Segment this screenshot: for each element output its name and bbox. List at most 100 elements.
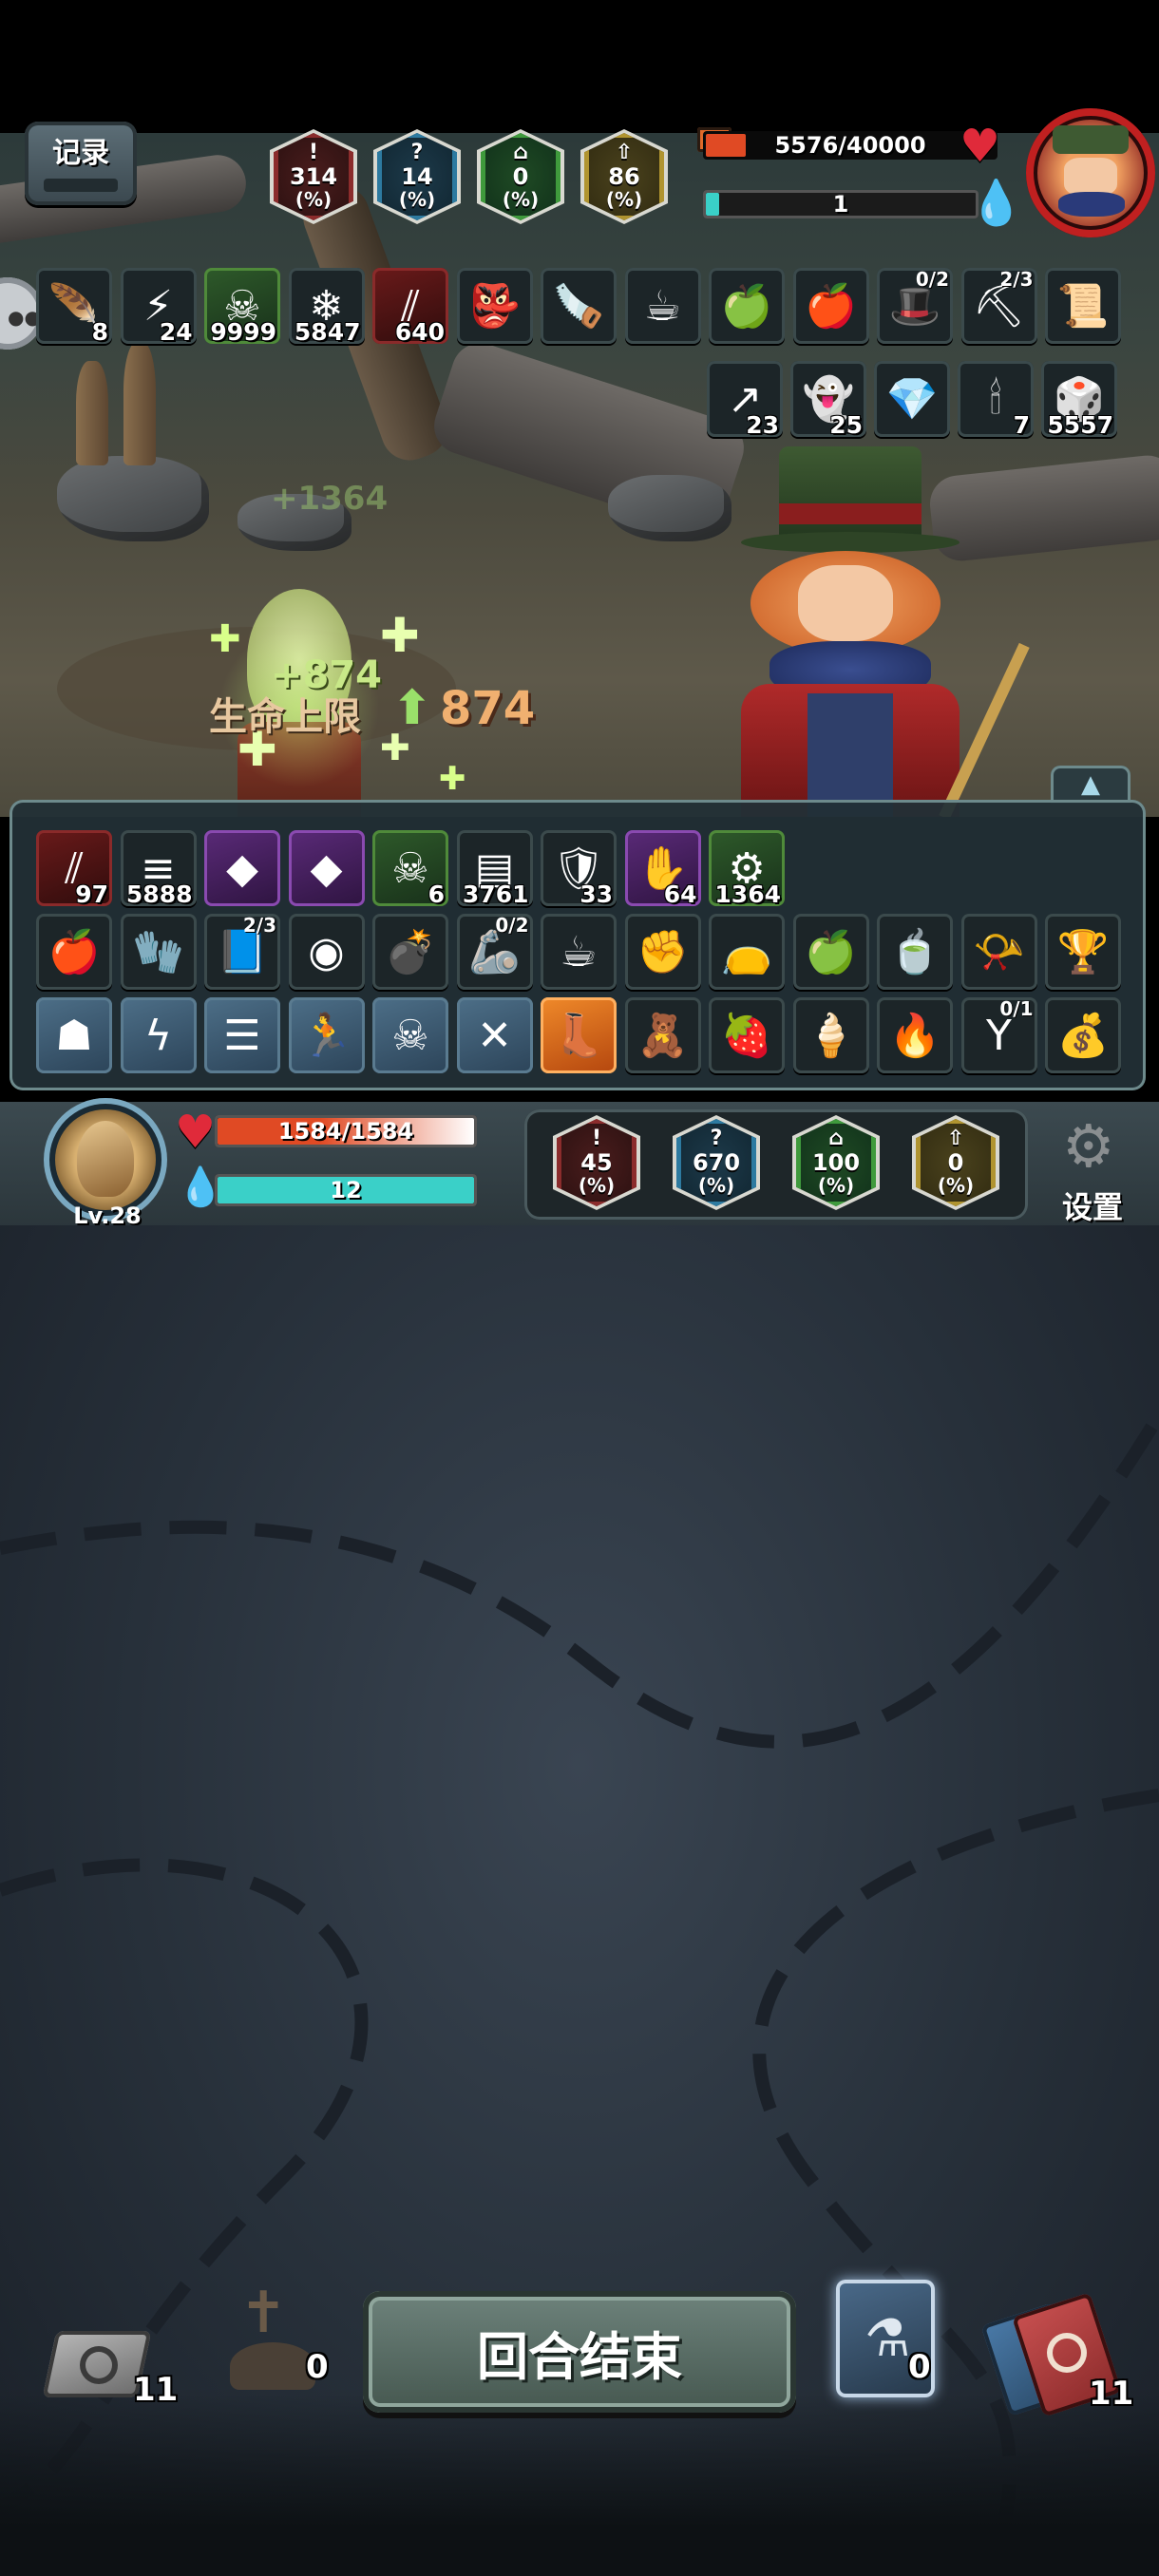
blue-apple-icon: 🍏 <box>720 282 773 331</box>
pickaxe-tile[interactable]: ⛏ 2/3 <box>960 268 1037 344</box>
ice-cream-tile[interactable]: 🍦 <box>792 997 869 1073</box>
spirit-face-tile[interactable]: 👻 25 <box>790 361 866 437</box>
fire-fruit-icon: 🍎 <box>805 282 857 331</box>
claw-slash-tile[interactable]: ⫽ 640 <box>372 268 448 344</box>
fist-tile[interactable]: ✊ <box>624 914 701 990</box>
green-scroll-icon: 📜 <box>1056 282 1110 331</box>
fire-fruit-tile[interactable]: 🍎 <box>792 268 869 344</box>
charge-counter: 0/1 <box>999 997 1034 1020</box>
equals-rune-tile[interactable]: ☰ <box>204 997 280 1073</box>
bomb-icon: 💣 <box>384 928 437 976</box>
max-hp-increase: 874 <box>440 682 536 735</box>
goggles-tile[interactable]: ◉ <box>288 914 365 990</box>
lightning-tile[interactable]: ⚡ 24 <box>120 268 197 344</box>
stack-count: 23 <box>746 411 779 437</box>
green-beam-tile[interactable]: ≡ 5888 <box>120 830 197 906</box>
enemy-mad-hatter[interactable] <box>722 446 1045 817</box>
wooden-stake <box>124 342 156 465</box>
crystal-shard-tile[interactable]: ◆ <box>204 830 280 906</box>
skull-rune-icon: ☠ <box>391 1011 429 1060</box>
settings-button[interactable]: ⚙ 设置 <box>1043 1117 1142 1226</box>
gauntlet-tile[interactable]: 🦾 0/2 <box>456 914 533 990</box>
boot-icon: 👢 <box>552 1012 605 1060</box>
cross-swords-tile[interactable]: ✕ <box>456 997 533 1073</box>
enemy-portrait[interactable] <box>1026 108 1155 237</box>
bat-skull-tile[interactable]: ☗ <box>36 997 112 1073</box>
goggles-icon: ◉ <box>308 927 345 976</box>
stack-count: 1364 <box>714 881 781 906</box>
flask-icon: ⚗ <box>864 2308 911 2368</box>
dice-tile[interactable]: 🎲 5557 <box>1041 361 1117 437</box>
teacup-icon: ☕ <box>643 281 682 331</box>
green-teacup-icon: 🍵 <box>888 928 941 976</box>
faded-heal-number: +1364 <box>271 480 389 518</box>
stat-value: 86 <box>608 163 640 190</box>
poison-skull-icon: ☠ <box>391 843 429 893</box>
purple-gem-tile[interactable]: 💎 <box>874 361 950 437</box>
golden-goblet-tile[interactable]: 🏆 <box>1045 914 1121 990</box>
stack-count: 6 <box>428 881 445 906</box>
swirl-icon <box>1047 2333 1087 2373</box>
green-scroll-tile[interactable]: 📜 <box>1045 268 1121 344</box>
stat-unit: (%) <box>502 188 540 211</box>
blue-shield-tile[interactable]: 🛡 33 <box>541 830 617 906</box>
potion-bag-tile[interactable]: 👝 <box>709 914 785 990</box>
claw-slash-tile[interactable]: ⫽ 97 <box>36 830 112 906</box>
doll-tile[interactable]: 🧸 <box>624 997 701 1073</box>
red-glove-tile[interactable]: 🧤 <box>120 914 197 990</box>
gold-arrow-icon: ⇧ <box>615 141 634 164</box>
chainsaw-icon: 🪚 <box>552 282 605 331</box>
blue-apple-tile[interactable]: 🍏 <box>792 914 869 990</box>
red-horn-icon: 📯 <box>973 928 1025 976</box>
blue-question-icon: ? <box>710 1127 723 1150</box>
bomb-tile[interactable]: 💣 <box>372 914 448 990</box>
shadow-hand-tile[interactable]: ✋ 64 <box>624 830 701 906</box>
stat-value: 0 <box>512 163 529 190</box>
strawberry-tile[interactable]: 🍓 <box>709 997 785 1073</box>
red-glove-icon: 🧤 <box>132 928 184 976</box>
dirt-mound-icon <box>230 2342 315 2390</box>
stack-count: 5888 <box>125 881 193 906</box>
candle-tile[interactable]: 🕯 7 <box>958 361 1034 437</box>
red-imp-tile[interactable]: 👺 <box>456 268 533 344</box>
skull-rune-tile[interactable]: ☠ <box>372 997 448 1073</box>
green-gear-tile[interactable]: ⚙ 1364 <box>709 830 785 906</box>
player-mana-text: 12 <box>330 1177 362 1203</box>
boot-tile[interactable]: 👢 <box>541 997 617 1073</box>
chainsaw-tile[interactable]: 🪚 <box>541 268 617 344</box>
feather-tile[interactable]: 🪶 8 <box>36 268 112 344</box>
stat-value: 45 <box>580 1149 613 1176</box>
green-teacup-tile[interactable]: 🍵 <box>877 914 953 990</box>
blue-arrow-tile[interactable]: ↗ 23 <box>707 361 783 437</box>
wooden-stake <box>76 361 108 465</box>
paper-stack-tile[interactable]: ▤ 3761 <box>456 830 533 906</box>
stat-value: 670 <box>692 1149 741 1176</box>
teacup-tile[interactable]: ☕ <box>624 268 701 344</box>
spellbook-tile[interactable]: 📘 2/3 <box>204 914 280 990</box>
settings-label: 设置 <box>1061 1189 1123 1225</box>
record-button[interactable]: 记录 <box>25 122 137 205</box>
green-hat-tile[interactable]: 🎩 0/2 <box>877 268 953 344</box>
charge-counter: 0/2 <box>915 268 949 291</box>
up-arrow-icon: ⬆ <box>392 680 432 735</box>
fire-fruit-tile[interactable]: 🍎 <box>36 914 112 990</box>
running-figure-tile[interactable]: 🏃 <box>288 997 365 1073</box>
stack-count: 5847 <box>294 318 361 344</box>
stack-count: 33 <box>580 881 613 906</box>
sack-tile[interactable]: 💰 <box>1045 997 1121 1073</box>
end-turn-button[interactable]: 回合结束 <box>363 2291 796 2413</box>
lightning-crack-tile[interactable]: ϟ <box>120 997 197 1073</box>
torch-tile[interactable]: 🔥 <box>877 997 953 1073</box>
poison-skull-tile[interactable]: ☠ 9999 <box>204 268 280 344</box>
collapse-panel-button[interactable]: ▲ <box>1051 766 1130 804</box>
slingshot-tile[interactable]: Y 0/1 <box>960 997 1037 1073</box>
teacup-tile[interactable]: ☕ <box>541 914 617 990</box>
stack-count: 3761 <box>462 881 529 906</box>
red-horn-tile[interactable]: 📯 <box>960 914 1037 990</box>
blue-apple-tile[interactable]: 🍏 <box>709 268 785 344</box>
crystal-shard-tile[interactable]: ◆ <box>288 830 365 906</box>
snowflake-tile[interactable]: ❄ 5847 <box>288 268 365 344</box>
graveyard-pile[interactable]: ✝ <box>201 2280 315 2403</box>
poison-skull-tile[interactable]: ☠ 6 <box>372 830 448 906</box>
heart-icon: ♥ <box>960 120 1001 173</box>
